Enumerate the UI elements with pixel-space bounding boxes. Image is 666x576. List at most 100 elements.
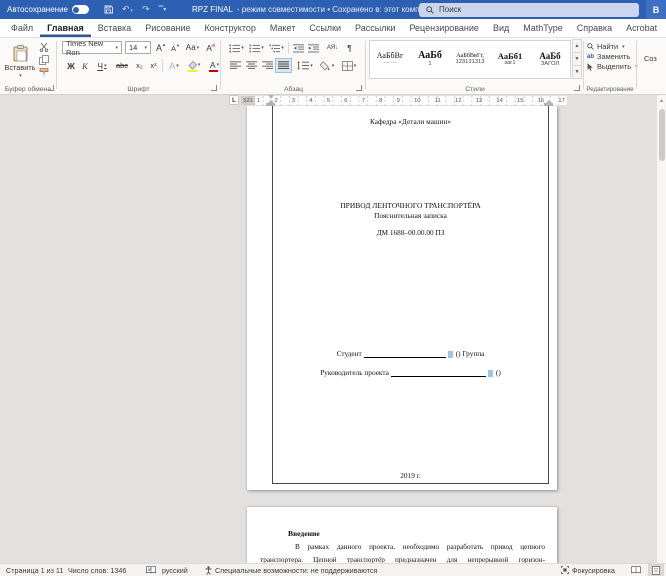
change-case-button[interactable]: Аа▾: [184, 41, 201, 54]
find-button[interactable]: Найти▾: [587, 42, 625, 51]
style-item-·······[interactable]: АаБбВг·······: [370, 41, 410, 78]
show-marks-button[interactable]: ¶: [344, 41, 355, 54]
tab-selector[interactable]: L: [229, 95, 239, 105]
clipboard-dialog-launcher[interactable]: [48, 85, 54, 91]
language-indicator[interactable]: русский: [162, 564, 188, 576]
line-spacing-button[interactable]: ▾: [295, 59, 315, 72]
paragraph-dialog-launcher[interactable]: [356, 85, 362, 91]
clear-formatting-button[interactable]: А◢: [204, 41, 217, 54]
paragraph-group-label: Абзац: [222, 86, 365, 93]
paste-button[interactable]: Вставить ▾: [5, 40, 35, 84]
numbering-button[interactable]: ▾: [248, 42, 265, 54]
ruler-number: 1: [257, 98, 260, 104]
text-effects-button[interactable]: А▾: [166, 59, 182, 72]
read-mode-button[interactable]: [631, 564, 641, 576]
bullets-icon: [229, 44, 240, 53]
borders-button[interactable]: ▾: [340, 59, 358, 72]
shading-button[interactable]: ▾: [318, 59, 336, 72]
tab-Макет[interactable]: Макет: [263, 19, 302, 37]
shrink-font-button[interactable]: А▼: [169, 42, 182, 54]
decrease-indent-button[interactable]: [292, 42, 305, 54]
subscript-button[interactable]: x₂: [133, 59, 146, 72]
proofing-status-icon[interactable]: [146, 564, 156, 576]
font-dialog-launcher[interactable]: [211, 85, 217, 91]
replace-button[interactable]: ab Заменить: [587, 52, 630, 61]
autosave-control[interactable]: Автосохранение: [7, 0, 89, 19]
tab-Рецензирование[interactable]: Рецензирование: [402, 19, 486, 37]
tab-Конструктор[interactable]: Конструктор: [198, 19, 263, 37]
page-1[interactable]: Кафедра «Детали машин» ПРИВОД ЛЕНТОЧНОГО…: [247, 106, 557, 490]
word-count[interactable]: Число слов: 1346: [68, 564, 126, 576]
align-right-button[interactable]: [260, 59, 274, 72]
search-box[interactable]: Поиск: [419, 3, 639, 17]
scroll-up-icon[interactable]: ▲: [659, 98, 664, 104]
font-size-combo[interactable]: 14▾: [125, 41, 151, 54]
strikethrough-button[interactable]: abc: [114, 59, 130, 72]
italic-button[interactable]: К: [79, 59, 91, 72]
document-canvas[interactable]: Кафедра «Детали машин» ПРИВОД ЛЕНТОЧНОГО…: [0, 106, 656, 563]
tab-Вставка[interactable]: Вставка: [91, 19, 138, 37]
page-indicator[interactable]: Страница 1 из 11: [6, 564, 63, 576]
font-name-value: Times New Ron: [66, 39, 114, 57]
group-styles: АаБбВг·······АаБб1АаБбВвГг,123131313АаБб…: [367, 38, 583, 94]
tab-Рисование[interactable]: Рисование: [138, 19, 197, 37]
word-window: Автосохранение ↶▾ ↷ ▔▾ RPZ FINAL - режим…: [0, 0, 666, 576]
user-account-button[interactable]: В: [646, 0, 666, 19]
styles-dialog-launcher[interactable]: [574, 85, 580, 91]
tab-Ссылки[interactable]: Ссылки: [302, 19, 348, 37]
select-button[interactable]: Выделить▾: [587, 62, 638, 71]
acrobat-create-button-partial[interactable]: Соз: [644, 54, 657, 63]
superscript-button[interactable]: x²: [147, 59, 160, 72]
ruler-margin-section: 321: [241, 96, 255, 105]
tab-Файл[interactable]: Файл: [4, 19, 40, 37]
focus-mode-button[interactable]: Фокусировка: [561, 564, 615, 576]
highlight-color-button[interactable]: ▾: [185, 58, 203, 72]
undo-icon[interactable]: ↶▾: [122, 5, 133, 14]
quick-access-menu-icon[interactable]: ▔▾: [159, 7, 167, 13]
increase-indent-icon: [308, 44, 319, 53]
sort-button[interactable]: АЯ↓: [324, 42, 341, 54]
cut-button[interactable]: [38, 42, 50, 52]
style-item-123131313[interactable]: АаБбВвГг,123131313: [450, 41, 490, 78]
font-name-combo[interactable]: Times New Ron▾: [62, 41, 122, 54]
copy-button[interactable]: [38, 55, 50, 65]
grow-font-button[interactable]: А▲: [154, 41, 168, 54]
style-item-1[interactable]: АаБб1: [410, 41, 450, 78]
redo-icon[interactable]: ↷: [142, 5, 150, 14]
style-item-заг1[interactable]: АаБб1заг1: [490, 41, 530, 78]
styles-more-icon[interactable]: ▼: [572, 65, 582, 79]
format-painter-button[interactable]: [38, 68, 50, 78]
bullets-button[interactable]: ▾: [228, 42, 245, 54]
search-placeholder: Поиск: [439, 5, 461, 14]
document-code: ДМ 1688–00.00.00 ПЗ: [272, 228, 549, 237]
justify-button[interactable]: [276, 59, 291, 72]
align-center-button[interactable]: [244, 59, 258, 72]
bold-button[interactable]: Ж: [65, 59, 77, 72]
styles-scroll-up-icon[interactable]: ▲: [572, 39, 582, 53]
tab-Главная[interactable]: Главная: [40, 19, 91, 37]
tab-MathType[interactable]: MathType: [516, 19, 570, 37]
multilevel-list-button[interactable]: ▾: [268, 42, 285, 54]
autosave-toggle[interactable]: [72, 5, 89, 14]
group-clipboard: Вставить ▾ Буфер обмена: [0, 38, 56, 94]
accessibility-status[interactable]: Специальные возможности: не поддерживают…: [205, 564, 377, 576]
tab-Справка[interactable]: Справка: [570, 19, 619, 37]
style-item-ЗАГОЛ[interactable]: АаБбЗАГОЛ: [530, 41, 570, 78]
ruler-number: 6: [344, 98, 347, 104]
first-line-indent-marker[interactable]: [268, 95, 274, 99]
horizontal-ruler[interactable]: L 321 1234567891011121314151617: [0, 95, 666, 106]
align-left-button[interactable]: [228, 59, 242, 72]
tab-Acrobat[interactable]: Acrobat: [619, 19, 664, 37]
styles-scroll-down-icon[interactable]: ▼: [572, 52, 582, 66]
print-layout-button[interactable]: [648, 564, 664, 576]
page-2[interactable]: Введение В рамках данного проекта, необх…: [247, 507, 557, 563]
scrollbar-thumb[interactable]: [659, 109, 665, 161]
save-icon[interactable]: [104, 5, 113, 14]
increase-indent-button[interactable]: [307, 42, 320, 54]
underline-button[interactable]: Ч▾: [93, 59, 111, 72]
ruler-number: 17: [558, 98, 564, 104]
tab-Рассылки[interactable]: Рассылки: [348, 19, 402, 37]
decrease-indent-icon: [293, 44, 304, 53]
vertical-scrollbar[interactable]: ▲: [656, 95, 666, 563]
tab-Вид[interactable]: Вид: [486, 19, 516, 37]
